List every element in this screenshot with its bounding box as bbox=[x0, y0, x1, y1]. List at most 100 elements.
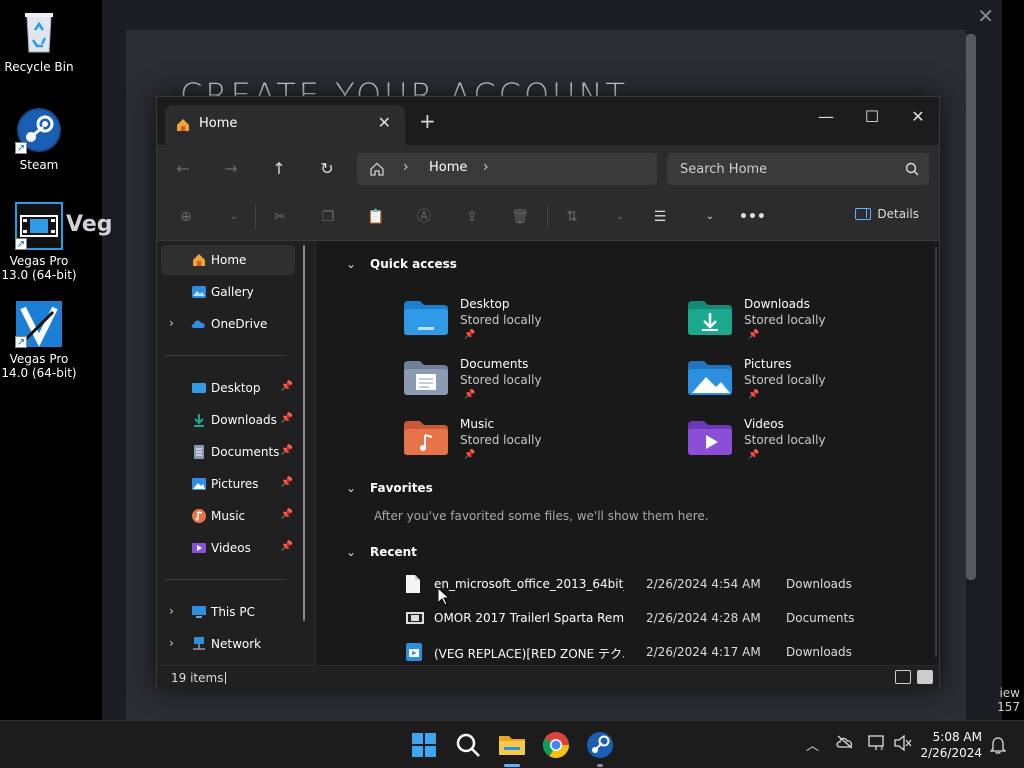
windows-logo-icon bbox=[412, 733, 436, 757]
quick-access-header[interactable]: ⌄ Quick access bbox=[346, 257, 457, 271]
recent-file-location: Documents bbox=[786, 611, 855, 625]
nav-item-label: This PC bbox=[211, 605, 255, 619]
up-button[interactable]: ↑ bbox=[267, 157, 291, 181]
nav-item-gallery[interactable]: Gallery bbox=[161, 277, 295, 307]
paste-icon[interactable]: 📋 bbox=[365, 207, 387, 227]
background-app-scrollbar[interactable] bbox=[966, 34, 976, 580]
chevron-right-icon[interactable]: › bbox=[169, 636, 174, 650]
new-tab-button[interactable]: + bbox=[419, 109, 436, 133]
shortcut-arrow-icon: ↗ bbox=[15, 336, 27, 348]
nav-item-pictures[interactable]: Pictures 📌 bbox=[161, 469, 295, 499]
nav-item-music[interactable]: Music 📌 bbox=[161, 501, 295, 531]
quick-access-videos[interactable]: Videos Stored locally 📌 bbox=[688, 417, 948, 473]
nav-item-this-pc[interactable]: › This PC bbox=[161, 597, 295, 627]
details-button[interactable]: Details bbox=[855, 207, 919, 221]
view-dropdown-chevron-icon[interactable]: ⌄ bbox=[699, 207, 721, 227]
new-dropdown-chevron-icon[interactable]: ⌄ bbox=[223, 207, 245, 227]
new-icon[interactable]: ⊕ bbox=[175, 207, 197, 227]
details-pane-icon bbox=[855, 208, 872, 220]
home-outline-icon[interactable] bbox=[369, 161, 385, 181]
more-options-icon[interactable]: ••• bbox=[739, 207, 766, 227]
tab-home[interactable]: Home ✕ bbox=[165, 105, 405, 145]
chevron-right-icon[interactable]: › bbox=[169, 316, 174, 330]
recent-header[interactable]: ⌄ Recent bbox=[346, 545, 417, 559]
close-button[interactable]: ✕ bbox=[895, 103, 941, 131]
vegas-pro-14-icon: ↗ bbox=[15, 300, 63, 348]
chevron-down-icon[interactable]: ⌄ bbox=[346, 545, 362, 559]
recent-file-row[interactable]: (VEG REPLACE)[RED ZONE テクニッ... 2/26/2024… bbox=[402, 637, 922, 667]
nav-item-label: Downloads bbox=[211, 413, 277, 427]
tab-close-icon[interactable]: ✕ bbox=[378, 113, 391, 132]
taskbar-steam[interactable] bbox=[584, 729, 616, 767]
home-icon bbox=[175, 117, 191, 137]
nav-item-desktop[interactable]: Desktop 📌 bbox=[161, 373, 295, 403]
large-icons-view-icon[interactable] bbox=[917, 670, 933, 684]
desktop-icon-steam[interactable]: ↗ Steam bbox=[0, 106, 78, 172]
chevron-down-icon[interactable]: ⌄ bbox=[346, 481, 362, 495]
search-input[interactable] bbox=[667, 153, 897, 185]
view-icon[interactable]: ☰ bbox=[649, 207, 671, 227]
desktop-icon-vegas-14[interactable]: ↗ Vegas Pro 14.0 (64-bit) bbox=[0, 300, 78, 380]
nav-item-onedrive[interactable]: › OneDrive bbox=[161, 309, 295, 339]
quick-access-documents[interactable]: Documents Stored locally 📌 bbox=[404, 357, 664, 413]
back-button[interactable]: ← bbox=[171, 157, 195, 181]
quick-access-heading: Quick access bbox=[370, 257, 457, 271]
nav-item-label: Pictures bbox=[211, 477, 259, 491]
maximize-button[interactable]: ☐ bbox=[849, 103, 895, 131]
delete-icon[interactable]: 🗑 bbox=[509, 207, 531, 227]
copy-icon[interactable]: ❐ bbox=[317, 207, 339, 227]
recent-file-name: en_microsoft_office_2013_64bit_d... bbox=[434, 577, 624, 591]
network-icon[interactable]: x bbox=[868, 735, 886, 755]
recent-file-location: Downloads bbox=[786, 645, 852, 659]
nav-item-downloads[interactable]: Downloads 📌 bbox=[161, 405, 295, 435]
taskbar-chrome[interactable] bbox=[540, 729, 572, 761]
nav-item-home[interactable]: Home bbox=[161, 245, 295, 275]
clock[interactable]: 5:08 AM 2/26/2024 bbox=[920, 729, 982, 761]
folder-name: Music bbox=[460, 417, 495, 431]
volume-muted-icon[interactable] bbox=[894, 734, 912, 755]
background-app-close-icon[interactable]: ✕ bbox=[977, 4, 994, 28]
video-file-icon bbox=[406, 643, 422, 661]
start-button[interactable] bbox=[408, 729, 440, 761]
chevron-right-icon[interactable]: › bbox=[169, 604, 174, 618]
cut-icon[interactable]: ✂ bbox=[269, 207, 291, 227]
chevron-right-icon[interactable]: › bbox=[483, 159, 489, 175]
nav-scrollbar[interactable] bbox=[303, 245, 305, 621]
notification-bell-icon[interactable] bbox=[989, 736, 1007, 758]
recent-file-row[interactable]: OMOR 2017 Trailerl Sparta Remix... 2/26/… bbox=[402, 603, 922, 633]
folder-status: Stored locally bbox=[460, 433, 542, 447]
content-scrollbar[interactable] bbox=[935, 247, 937, 657]
quick-access-music[interactable]: Music Stored locally 📌 bbox=[404, 417, 664, 473]
search-icon[interactable] bbox=[905, 161, 919, 180]
navigation-pane: Home Gallery › OneDrive Desktop 📌 Downlo… bbox=[157, 241, 311, 665]
breadcrumb-home[interactable]: Home bbox=[429, 160, 467, 175]
chevron-right-icon[interactable]: › bbox=[403, 159, 409, 175]
search-button[interactable] bbox=[452, 729, 484, 761]
refresh-button[interactable]: ↻ bbox=[315, 157, 339, 181]
mouse-cursor-icon bbox=[437, 586, 451, 610]
favorites-header[interactable]: ⌄ Favorites bbox=[346, 481, 433, 495]
show-hidden-icons-chevron-up-icon[interactable]: ︿ bbox=[806, 735, 819, 754]
recent-file-row[interactable]: en_microsoft_office_2013_64bit_d... 2/26… bbox=[402, 569, 922, 599]
details-view-icon[interactable] bbox=[895, 670, 911, 684]
nav-item-documents[interactable]: Documents 📌 bbox=[161, 437, 295, 467]
nav-item-network[interactable]: › Network bbox=[161, 629, 295, 659]
sort-icon[interactable]: ⇅ bbox=[561, 207, 583, 227]
rename-icon[interactable]: Ⓐ bbox=[413, 207, 435, 227]
taskbar-file-explorer[interactable] bbox=[496, 729, 528, 767]
tab-label: Home bbox=[199, 116, 238, 131]
quick-access-downloads[interactable]: Downloads Stored locally 📌 bbox=[688, 297, 948, 353]
nav-item-videos[interactable]: Videos 📌 bbox=[161, 533, 295, 563]
share-icon[interactable]: ⇪ bbox=[461, 207, 483, 227]
pin-icon: 📌 bbox=[280, 509, 293, 520]
breadcrumb[interactable]: › Home › bbox=[357, 153, 657, 185]
quick-access-pictures[interactable]: Pictures Stored locally 📌 bbox=[688, 357, 948, 413]
chevron-down-icon[interactable]: ⌄ bbox=[346, 257, 362, 271]
folder-status: Stored locally bbox=[744, 433, 826, 447]
minimize-button[interactable]: — bbox=[803, 103, 849, 131]
onedrive-offline-icon[interactable] bbox=[836, 735, 854, 753]
forward-button[interactable]: → bbox=[219, 157, 243, 181]
desktop-icon-recycle-bin[interactable]: Recycle Bin bbox=[0, 8, 78, 74]
sort-dropdown-chevron-icon[interactable]: ⌄ bbox=[609, 207, 631, 227]
quick-access-desktop[interactable]: Desktop Stored locally 📌 bbox=[404, 297, 664, 353]
